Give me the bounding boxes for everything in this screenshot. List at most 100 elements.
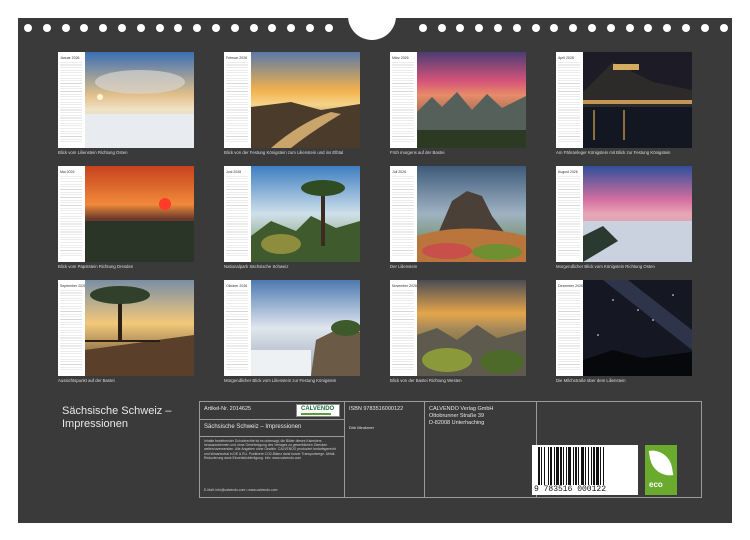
binding-hole xyxy=(193,24,202,32)
binding-hole xyxy=(306,24,314,32)
binding-hole xyxy=(663,24,672,32)
publisher-street: Ottobrunner Straße 39 xyxy=(429,413,485,419)
month-thumbnail-november[interactable]: November 2026 xyxy=(390,280,526,376)
calendar-title-line2: Impressionen xyxy=(62,418,129,430)
binding-hole xyxy=(230,24,239,32)
month-caption: Nationalpark Sächsische Schweiz xyxy=(224,264,289,269)
info-column-publisher: CALVENDO Verlag GmbH Ottobrunner Straße … xyxy=(425,402,537,497)
calendar-grid: April 2026 xyxy=(556,52,583,148)
month-caption: Morgendlicher Blick vom Königstein Richt… xyxy=(556,264,655,269)
binding-hole xyxy=(212,24,220,32)
month-caption: Blick vom Lilienstein Richtung Osten xyxy=(58,150,128,155)
calendar-grid: Mai 2026 xyxy=(58,166,85,262)
eco-label: eco xyxy=(645,445,677,495)
binding-hole xyxy=(588,24,596,32)
calendar-grid: Dezember 2026 xyxy=(556,280,583,376)
binding-hole xyxy=(437,24,446,32)
month-thumbnail-may[interactable]: Mai 2026 xyxy=(58,166,194,262)
month-thumbnail-august[interactable]: August 2026 xyxy=(556,166,692,262)
month-caption: Blick von der Bastei Richtung Westen xyxy=(390,378,462,383)
binding-hole xyxy=(287,24,296,32)
contact-email: E-Mail: info@calvendo.com • www.calvendo… xyxy=(204,488,278,492)
month-thumbnail-april[interactable]: April 2026 xyxy=(556,52,692,148)
month-photo xyxy=(85,166,194,262)
isbn-barcode: 9 783516 000122 xyxy=(532,445,638,495)
month-thumbnail-september[interactable]: September 2026 xyxy=(58,280,194,376)
binding-hole xyxy=(531,24,540,32)
month-caption: Morgendlicher Blick vom Lilienstein zur … xyxy=(224,378,337,383)
month-title: November 2026 xyxy=(392,284,417,288)
month-photo xyxy=(251,280,360,376)
month-title: März 2026 xyxy=(392,56,409,60)
month-photo xyxy=(85,280,194,376)
eco-label-text: eco xyxy=(649,480,663,489)
binding-hole xyxy=(606,24,615,32)
calendar-title-line1: Sächsische Schweiz – xyxy=(62,405,172,417)
binding-hole xyxy=(136,24,145,32)
calendar-grid: November 2026 xyxy=(390,280,417,376)
binding-hole xyxy=(494,24,502,32)
month-title: Februar 2026 xyxy=(226,56,248,60)
barcode-bar xyxy=(603,447,604,485)
month-photo xyxy=(417,280,526,376)
binding-hole xyxy=(80,24,89,32)
isbn: ISBN 9783516000122 xyxy=(349,406,404,412)
binding-hole xyxy=(625,24,634,32)
binding-hole xyxy=(24,24,32,32)
calendar-grid: Oktober 2026 xyxy=(224,280,251,376)
binding-hole xyxy=(118,24,126,32)
month-thumbnail-february[interactable]: Februar 2026 xyxy=(224,52,360,148)
publisher-city: D-82008 Unterhaching xyxy=(429,420,485,426)
month-caption: Früh morgens auf der Bastei xyxy=(390,150,445,155)
article-number: Artikel-Nr. 2014625 xyxy=(204,406,252,412)
month-photo xyxy=(251,52,360,148)
calendar-grid: September 2026 xyxy=(58,280,86,376)
month-title: Juli 2026 xyxy=(392,170,407,174)
month-caption: Blick von der Festung Königstein zum Lil… xyxy=(224,150,344,155)
month-photo xyxy=(417,52,526,148)
calvendo-logo: CALVENDO xyxy=(296,404,340,417)
month-title: Mai 2026 xyxy=(60,170,75,174)
binding-hole xyxy=(512,24,521,32)
binding-hole xyxy=(475,24,484,32)
binding-hole xyxy=(268,24,277,32)
leaf-icon xyxy=(648,447,674,479)
binding-hole xyxy=(155,24,164,32)
calendar-name: Sächsische Schweiz – Impressionen xyxy=(204,424,302,430)
month-caption: Aussichtspunkt auf der Bastei xyxy=(58,378,115,383)
month-thumbnail-january[interactable]: Januar 2026 xyxy=(58,52,194,148)
month-thumbnail-july[interactable]: Juli 2026 xyxy=(390,166,526,262)
month-thumbnail-december[interactable]: Dezember 2026 xyxy=(556,280,692,376)
binding-hole xyxy=(61,24,70,32)
binding-hole xyxy=(456,24,465,32)
month-title: Januar 2026 xyxy=(60,56,80,60)
month-caption: Die Milchstraße über dem Lilienstein xyxy=(556,378,626,383)
calendar-grid: Januar 2026 xyxy=(58,52,85,148)
legal-text: Inhalte beste­hender Schutzrechte ist es… xyxy=(204,439,336,460)
month-thumbnail-october[interactable]: Oktober 2026 xyxy=(224,280,360,376)
publisher-name: CALVENDO Verlag GmbH xyxy=(429,406,494,412)
calendar-grid: August 2026 xyxy=(556,166,583,262)
month-title: Dezember 2026 xyxy=(558,284,583,288)
binding-hole xyxy=(569,24,578,32)
month-photo xyxy=(583,52,692,148)
binding-hole xyxy=(249,24,258,32)
month-caption: Blick vom Papststein Richtung Dresden xyxy=(58,264,134,269)
month-caption: Am Fähranleger Königstein mit Blick zur … xyxy=(556,150,671,155)
month-title: August 2026 xyxy=(558,170,578,174)
month-thumbnail-march[interactable]: März 2026 xyxy=(390,52,526,148)
month-photo xyxy=(85,52,194,148)
month-title: Oktober 2026 xyxy=(226,284,248,288)
month-photo xyxy=(583,166,692,262)
info-column-left: Artikel-Nr. 2014625 CALVENDO Sächsische … xyxy=(200,402,345,497)
month-caption: Der Lilienstein xyxy=(390,264,418,269)
month-title: April 2026 xyxy=(558,56,574,60)
calendar-back-cover: Januar 2026 Blick vom Lilienstein Richtu… xyxy=(18,16,732,523)
month-thumbnail-june[interactable]: Juni 2026 xyxy=(224,166,360,262)
calendar-grid: Juni 2026 xyxy=(224,166,251,262)
month-title: Juni 2026 xyxy=(226,170,242,174)
month-photo xyxy=(251,166,360,262)
binding-hole xyxy=(550,24,559,32)
author-name: Dirk Meutzner xyxy=(349,425,374,430)
binding-hole xyxy=(42,24,51,32)
